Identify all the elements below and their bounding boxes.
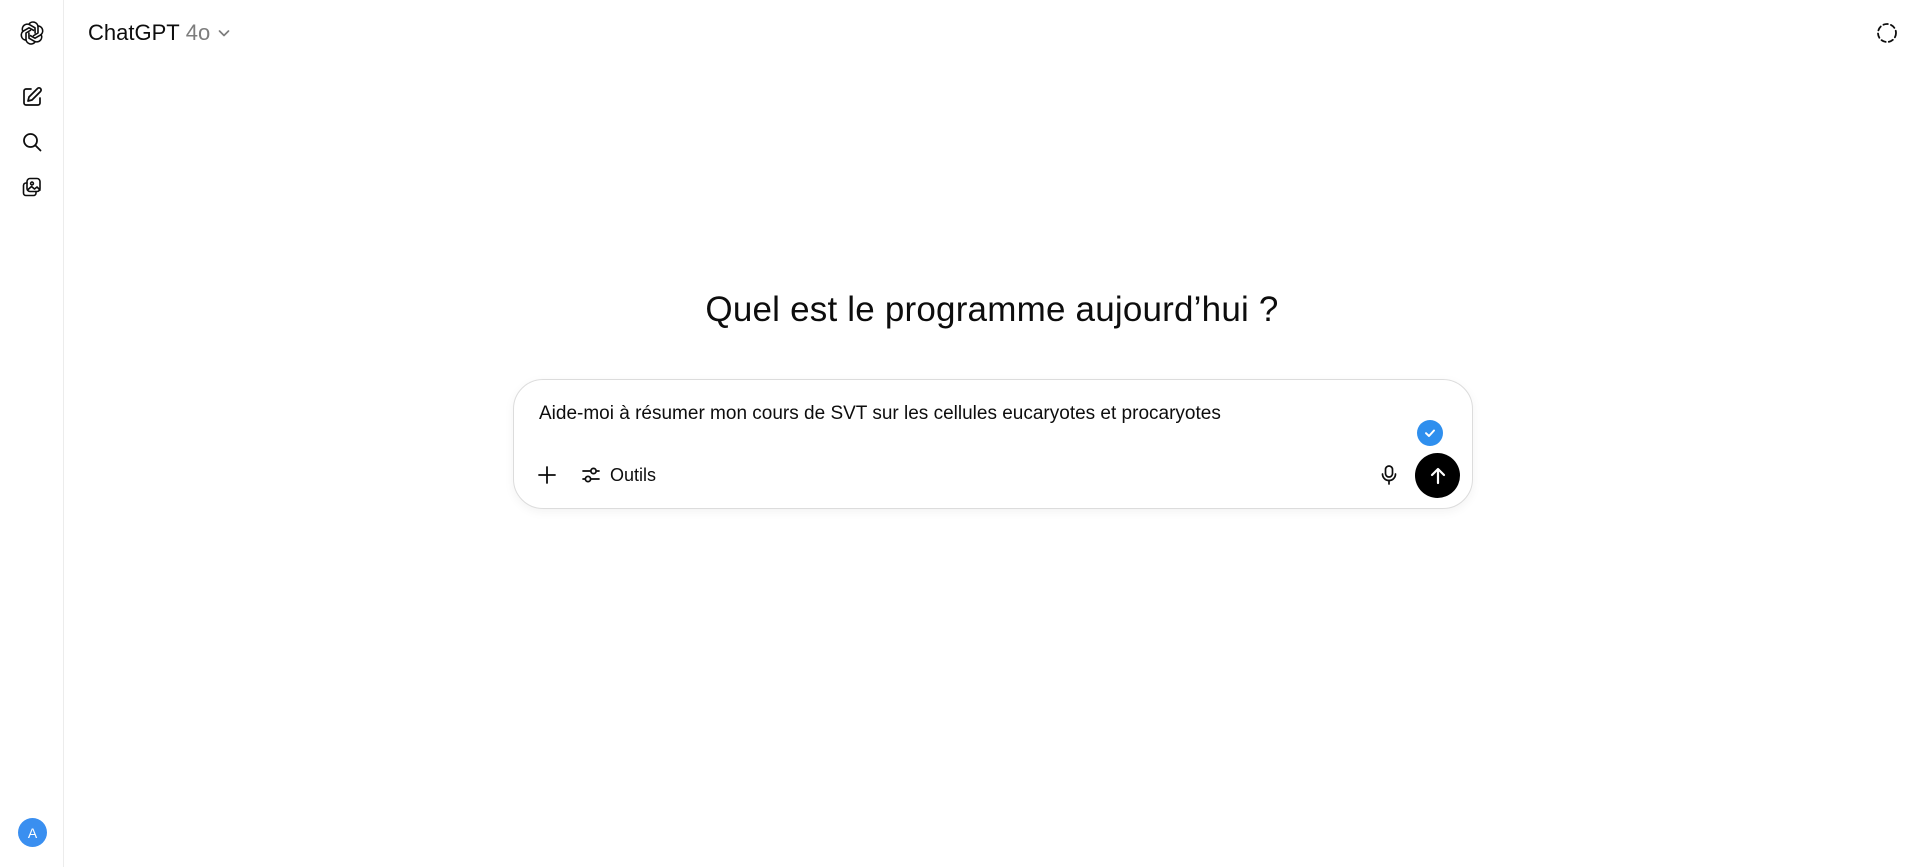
user-avatar[interactable]: A: [18, 818, 47, 847]
sidebar-item-search[interactable]: [16, 126, 48, 158]
model-selector[interactable]: ChatGPT 4o: [88, 18, 232, 48]
edit-icon: [23, 87, 42, 106]
check-badge[interactable]: [1417, 420, 1443, 446]
tools-button[interactable]: Outils: [580, 460, 656, 490]
model-name: ChatGPT: [88, 20, 180, 45]
sidebar-rail: A: [0, 0, 64, 867]
chevron-down-icon: [218, 30, 230, 37]
search-icon: [23, 133, 42, 152]
page-title: Quel est le programme aujourd’hui ?: [705, 290, 1279, 329]
sliders-icon: [582, 467, 600, 483]
send-button[interactable]: [1415, 453, 1460, 498]
tools-label: Outils: [610, 464, 657, 485]
prompt-input[interactable]: Aide-moi à résumer mon cours de SVT sur …: [539, 403, 1399, 425]
dashed-circle-icon: [1877, 23, 1897, 43]
images-icon: [22, 177, 41, 197]
dictate-button[interactable]: [1374, 460, 1404, 490]
plus-icon: [538, 466, 556, 484]
check-icon: [1425, 429, 1435, 437]
openai-logo-icon: [20, 21, 44, 45]
microphone-icon: [1381, 465, 1397, 485]
openai-logo-button[interactable]: [16, 17, 48, 49]
attach-button[interactable]: [532, 460, 562, 490]
arrow-up-icon: [1430, 467, 1445, 484]
app-window: A ChatGPT 4o Quel est le programme aujou…: [0, 0, 1919, 867]
sidebar-item-new-chat[interactable]: [16, 81, 48, 113]
sidebar-item-library[interactable]: [16, 171, 48, 203]
prompt-composer: Aide-moi à résumer mon cours de SVT sur …: [513, 379, 1473, 509]
model-version: 4o: [185, 20, 211, 45]
temporary-chat-button[interactable]: [1872, 18, 1902, 48]
